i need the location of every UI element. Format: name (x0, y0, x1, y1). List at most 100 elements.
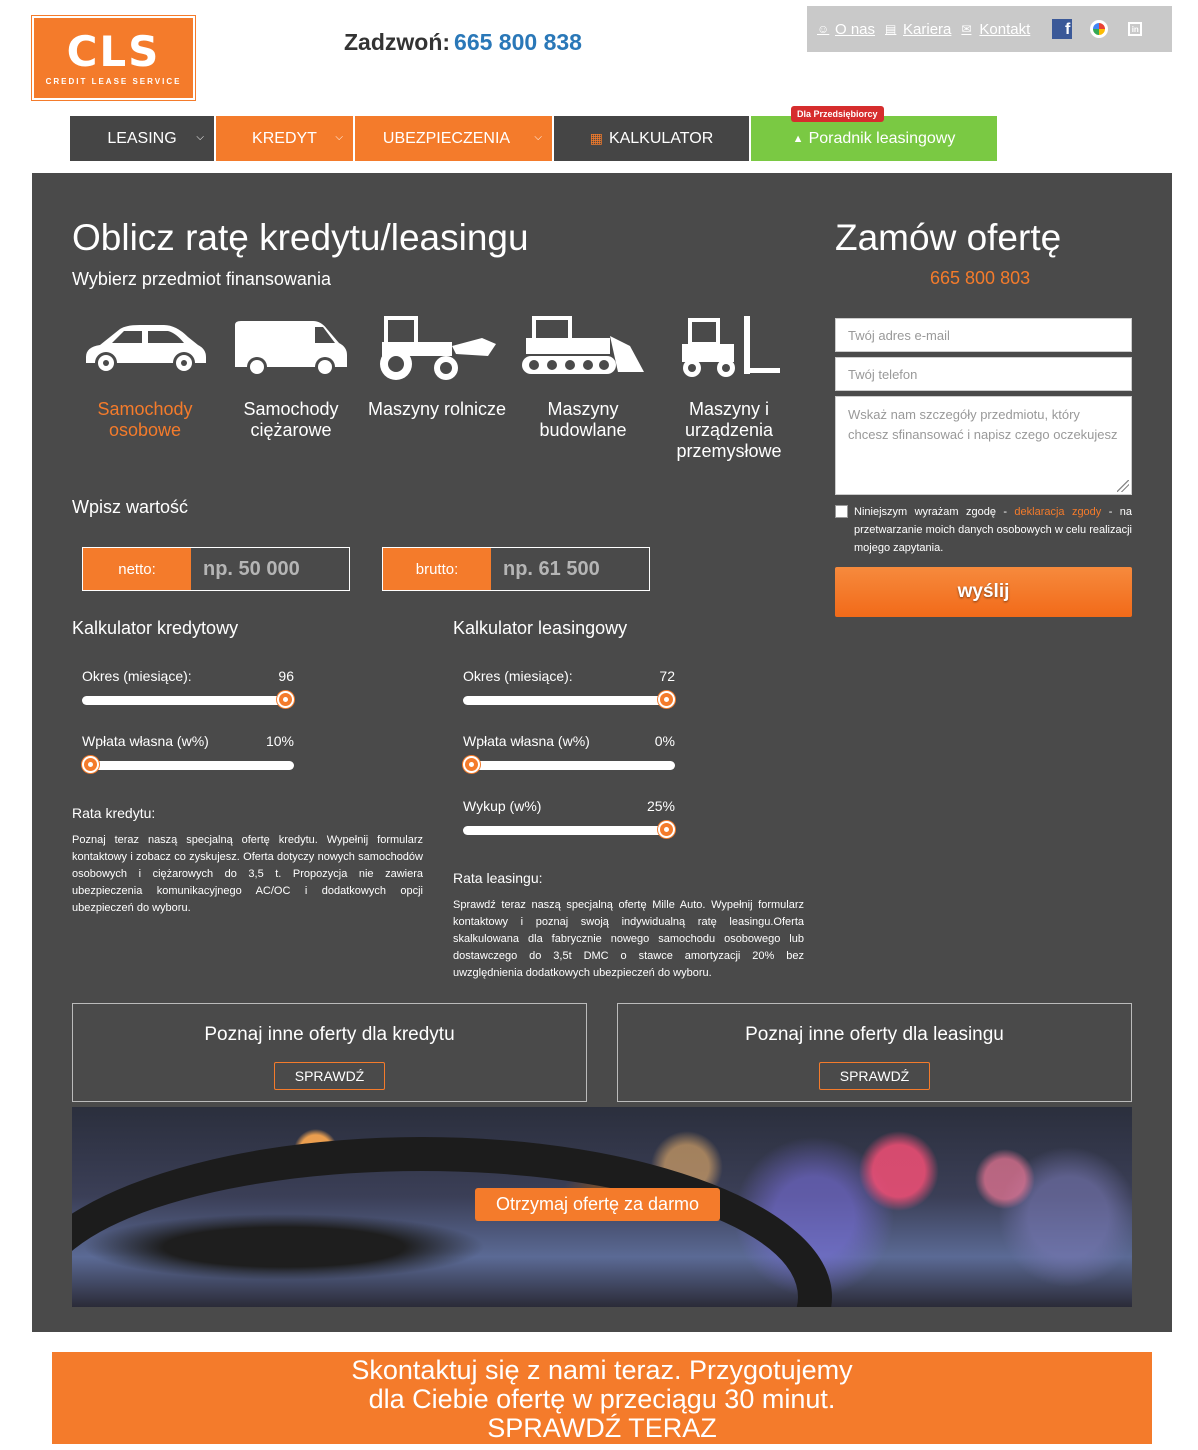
link-kariera[interactable]: ▤ Kariera (885, 21, 951, 38)
netto-field[interactable]: netto: np. 50 000 (82, 547, 350, 591)
slider-handle[interactable] (658, 691, 675, 708)
chevron-down-icon: ⌵ (196, 132, 204, 143)
slider-track[interactable] (82, 756, 294, 773)
slider-handle[interactable] (277, 691, 294, 708)
chevron-down-icon: ⌵ (534, 132, 542, 143)
slider-track[interactable] (463, 756, 675, 773)
leasing-rate-heading: Rata leasingu: (453, 870, 543, 886)
credit-offers-title: Poznaj inne oferty dla kredytu (204, 1024, 455, 1045)
leasing-offers-title: Poznaj inne oferty dla leasingu (745, 1024, 1004, 1045)
call-label: Zadzwoń: (344, 29, 451, 55)
dla-przedsiebiorcy-badge: Dla Przedsiębiorcy (791, 106, 884, 122)
leasing-check-button[interactable]: SPRAWDŹ (818, 1062, 931, 1090)
slider-label: Wpłata własna (w%) (463, 733, 590, 749)
brutto-field[interactable]: brutto: np. 61 500 (382, 547, 650, 591)
calculator-subtitle: Wybierz przedmiot finansowania (72, 269, 331, 289)
leasing-offers-box: Poznaj inne oferty dla leasingu SPRAWDŹ (617, 1003, 1132, 1102)
link-kontakt[interactable]: ✉ Kontakt (961, 21, 1030, 38)
nav-poradnik-label: Poradnik leasingowy (808, 129, 956, 147)
slider-label: Okres (miesiące): (463, 668, 573, 684)
consent-row: Niniejszym wyrażam zgodę - deklaracja zg… (835, 503, 1132, 557)
slider-value: 10% (265, 733, 294, 749)
consent-checkbox[interactable] (835, 505, 848, 518)
credit-rate-heading: Rata kredytu: (72, 805, 156, 821)
phone-field[interactable]: Twój telefon (835, 357, 1132, 391)
logo-text: CLS (66, 26, 161, 76)
brutto-input[interactable]: np. 61 500 (491, 548, 649, 590)
graduation-cap-icon: ▲ (792, 132, 804, 145)
link-kontakt-label: Kontakt (979, 20, 1031, 38)
calculator-panel: Oblicz ratę kredytu/leasingu Wybierz prz… (32, 173, 1172, 1332)
envelope-icon: ✉ (961, 22, 972, 36)
nav-kalkulator-label: KALKULATOR (608, 129, 714, 147)
nav-leasing[interactable]: LEASING ⌵ (70, 116, 216, 161)
forklift-icon (682, 316, 780, 377)
credit-period-slider[interactable]: Okres (miesiące): 96 (82, 668, 294, 708)
email-field[interactable]: Twój adres e-mail (835, 318, 1132, 352)
slider-label: Wykup (w%) (463, 798, 542, 814)
call-number[interactable]: 665 800 838 (454, 29, 582, 55)
vehicle-maszyny-przemyslowe[interactable]: Maszyny i urządzenia przemysłowe (656, 313, 802, 462)
slider-track[interactable] (82, 691, 294, 708)
credit-downpayment-slider[interactable]: Wpłata własna (w%) 10% (82, 733, 294, 773)
slider-handle[interactable] (658, 821, 675, 838)
credit-offers-box: Poznaj inne oferty dla kredytu SPRAWDŹ (72, 1003, 587, 1102)
vehicle-label: Samochody ciężarowe (243, 399, 339, 440)
vehicle-samochody-osobowe[interactable]: Samochody osobowe (72, 313, 218, 462)
nav-leasing-label: LEASING (107, 129, 177, 147)
vehicle-label: Maszyny budowlane (539, 399, 627, 440)
linkedin-icon[interactable]: in (1128, 22, 1143, 36)
slider-handle[interactable] (82, 756, 99, 773)
calculator-icon: ▦ (589, 130, 603, 146)
credit-check-button[interactable]: SPRAWDŹ (273, 1062, 386, 1090)
slider-track[interactable] (463, 821, 675, 838)
main-nav: LEASING ⌵ KREDYT ⌵ UBEZPIECZENIA ⌵ ▦ KAL… (70, 106, 997, 161)
slider-value: 96 (278, 668, 294, 684)
resize-handle[interactable] (1117, 480, 1129, 492)
leasing-calculator-heading: Kalkulator leasingowy (453, 618, 628, 638)
leasing-period-slider[interactable]: Okres (miesiące): 72 (463, 668, 675, 708)
slider-handle[interactable] (463, 756, 480, 773)
cta-line-1: Skontaktuj się z nami teraz. Przygotujem… (351, 1355, 853, 1385)
bulldozer-icon (522, 316, 644, 374)
vehicle-label: Samochody osobowe (97, 399, 193, 440)
consent-link[interactable]: deklaracja zgody (1014, 506, 1101, 518)
leasing-buyout-slider[interactable]: Wykup (w%) 25% (463, 798, 675, 838)
leasing-downpayment-slider[interactable]: Wpłata własna (w%) 0% (463, 733, 675, 773)
van-icon (235, 321, 347, 377)
nav-kredyt-label: KREDYT (252, 129, 317, 147)
leasing-rate-text: Sprawdź teraz naszą specjalną ofertę Mil… (453, 899, 804, 979)
facebook-icon[interactable]: f (1052, 19, 1073, 39)
nav-kredyt[interactable]: KREDYT ⌵ (216, 116, 355, 161)
consent-text-pre: Niniejszym wyrażam zgodę - (854, 506, 1007, 518)
top-bar: ☺ O nas ▤ Kariera ✉ Kontakt f in (807, 6, 1172, 52)
header-phone: Zadzwoń: 665 800 838 (344, 29, 582, 56)
car-icon (86, 325, 206, 374)
nav-ubezpieczenia-label: UBEZPIECZENIA (382, 129, 511, 147)
nav-ubezpieczenia[interactable]: UBEZPIECZENIA ⌵ (355, 116, 554, 161)
netto-input[interactable]: np. 50 000 (191, 548, 349, 590)
nav-kalkulator[interactable]: ▦ KALKULATOR (554, 116, 751, 161)
slider-label: Okres (miesiące): (82, 668, 192, 684)
slider-track[interactable] (463, 691, 675, 708)
logo-subtitle: CREDIT LEASE SERVICE (45, 76, 182, 86)
link-o-nas[interactable]: ☺ O nas (817, 21, 875, 38)
vehicle-maszyny-budowlane[interactable]: Maszyny budowlane (510, 313, 656, 462)
cls-logo[interactable]: CLS CREDIT LEASE SERVICE (31, 15, 196, 101)
nav-poradnik[interactable]: Dla Przedsiębiorcy ▲ Poradnik leasingowy (751, 106, 997, 161)
order-title: Zamów ofertę (835, 217, 1062, 258)
vehicle-samochody-ciezarowe[interactable]: Samochody ciężarowe (218, 313, 364, 462)
contact-cta[interactable]: Skontaktuj się z nami teraz. Przygotujem… (52, 1352, 1152, 1444)
newspaper-icon: ▤ (885, 22, 897, 36)
google-icon[interactable] (1090, 20, 1109, 38)
order-phone[interactable]: 665 800 803 (930, 268, 1030, 289)
credit-calculator-heading: Kalkulator kredytowy (72, 618, 239, 638)
send-button[interactable]: wyślij (835, 567, 1132, 617)
netto-tag: netto: (83, 548, 191, 590)
cta-line-3: SPRAWDŹ TERAZ (487, 1413, 717, 1443)
details-textarea[interactable]: Wskaż nam szczegóły przedmiotu, który ch… (835, 396, 1132, 495)
vehicle-maszyny-rolnicze[interactable]: Maszyny rolnicze (364, 313, 510, 462)
vehicle-label: Maszyny i urządzenia przemysłowe (676, 399, 782, 461)
free-offer-button[interactable]: Otrzymaj ofertę za darmo (475, 1188, 721, 1221)
link-kariera-label: Kariera (903, 20, 952, 38)
